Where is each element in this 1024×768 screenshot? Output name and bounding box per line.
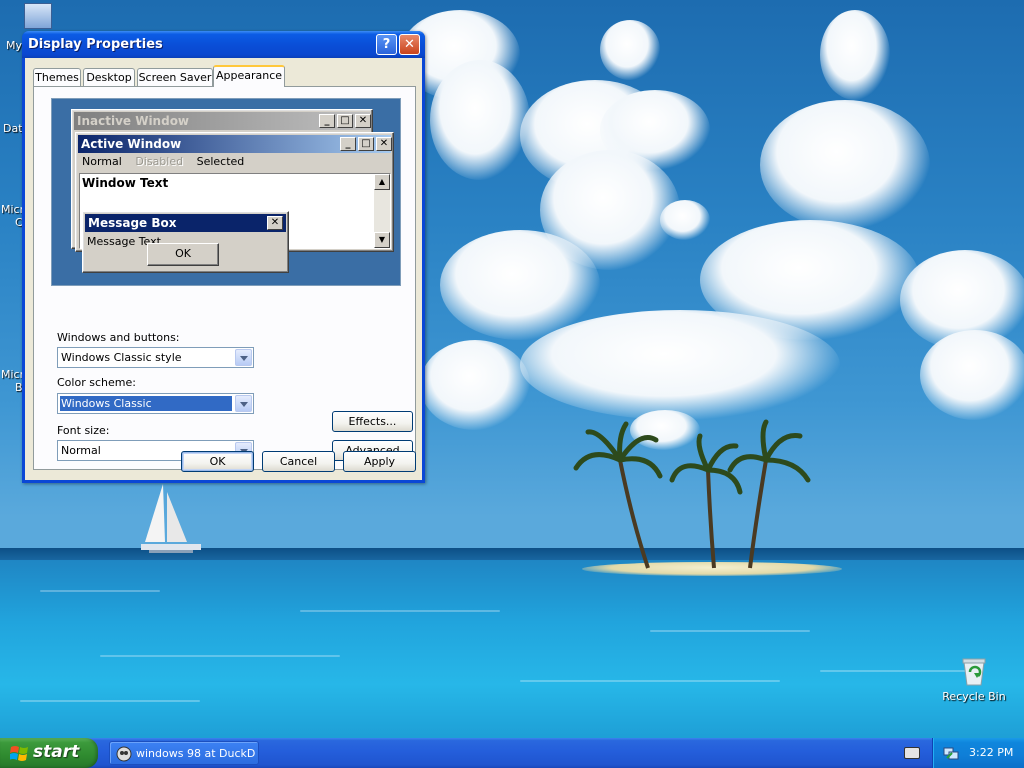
windows-buttons-select[interactable]: Windows Classic style [57,347,254,368]
desktop-icon-label[interactable]: My [6,39,22,52]
chevron-down-icon[interactable] [235,395,252,412]
display-properties-dialog[interactable]: Display Properties ? ✕ Themes Desktop Sc… [22,31,425,483]
cancel-button[interactable]: Cancel [262,451,335,472]
maximize-icon: □ [337,114,353,128]
help-button[interactable]: ? [376,34,397,55]
dialog-client: Themes Desktop Screen Saver Appearance I… [25,58,422,480]
menu-selected: Selected [196,155,245,168]
preview-message-box-title: Message Box ✕ [85,214,286,232]
preview-active-title-text: Active Window [81,137,182,151]
windows-buttons-label: Windows and buttons: [57,331,180,344]
desktop-icon-label[interactable]: Dat [3,122,23,135]
sailboat [141,484,201,553]
network-icon[interactable] [943,745,959,761]
minimize-icon: _ [319,114,335,128]
tab-themes[interactable]: Themes [33,68,81,87]
color-scheme-value: Windows Classic [60,396,232,411]
preview-ok-button: OK [147,243,219,266]
cloud [430,60,530,180]
close-icon: ✕ [376,137,392,151]
font-size-label: Font size: [57,424,110,437]
dialog-title: Display Properties [28,37,163,52]
close-icon: ✕ [267,216,283,230]
preview-menu: Normal Disabled Selected [82,155,254,168]
minimize-icon: _ [340,137,356,151]
my-computer-icon[interactable] [24,3,52,29]
taskbar-item-label: windows 98 at DuckD... [136,747,256,760]
cloud [660,200,710,240]
tab-appearance[interactable]: Appearance [213,65,285,87]
scroll-down-icon: ▼ [374,232,390,248]
windows-buttons-value: Windows Classic style [61,351,182,364]
recycle-bin-label: Recycle Bin [942,690,1006,703]
preview-inactive-title: Inactive Window _ □ ✕ [74,112,371,130]
cloud [420,340,530,430]
chevron-down-icon[interactable] [235,349,252,366]
preview-message-box-title-text: Message Box [88,216,177,230]
cloud [820,10,890,100]
windows-logo-icon [10,746,28,761]
apply-button[interactable]: Apply [343,451,416,472]
cloud [520,310,840,420]
duck-icon [116,746,132,762]
close-icon: ✕ [355,114,371,128]
appearance-preview: Inactive Window _ □ ✕ Active Window _ □ … [51,98,401,286]
start-button[interactable]: start [0,738,98,768]
tab-screen-saver[interactable]: Screen Saver [137,68,213,87]
effects-button[interactable]: Effects... [332,411,413,432]
font-size-value: Normal [61,444,101,457]
cloud [600,20,660,80]
start-label: start [33,742,80,762]
sea [0,560,1024,738]
scroll-up-icon: ▲ [374,174,390,190]
ok-button[interactable]: OK [181,451,254,472]
preview-message-box: Message Box ✕ Message Text OK [82,211,289,273]
taskbar: start windows 98 at DuckD... 3:22 PM [0,738,1024,768]
maximize-icon: □ [358,137,374,151]
keyboard-icon[interactable] [904,747,920,759]
close-icon: ✕ [404,37,415,52]
clock[interactable]: 3:22 PM [969,746,1013,759]
color-scheme-label: Color scheme: [57,376,136,389]
cloud [920,330,1024,420]
title-bar[interactable]: Display Properties ? ✕ [22,31,425,58]
color-scheme-select[interactable]: Windows Classic [57,393,254,414]
system-tray: 3:22 PM [932,738,1024,768]
taskbar-item[interactable]: windows 98 at DuckD... [109,741,259,765]
preview-window-text: Window Text [82,176,169,190]
menu-normal: Normal [82,155,122,168]
help-icon: ? [382,37,391,52]
close-button[interactable]: ✕ [399,34,420,55]
recycle-bin[interactable]: Recycle Bin [942,656,1006,703]
preview-inactive-title-text: Inactive Window [77,114,190,128]
cloud [760,100,930,230]
tab-desktop[interactable]: Desktop [83,68,135,87]
preview-scrollbar: ▲ ▼ [374,174,390,248]
preview-active-title: Active Window _ □ ✕ [78,135,392,153]
recycle-bin-icon [960,656,988,686]
menu-disabled: Disabled [135,155,184,168]
palm-trees [573,419,811,569]
appearance-panel: Inactive Window _ □ ✕ Active Window _ □ … [33,86,416,470]
